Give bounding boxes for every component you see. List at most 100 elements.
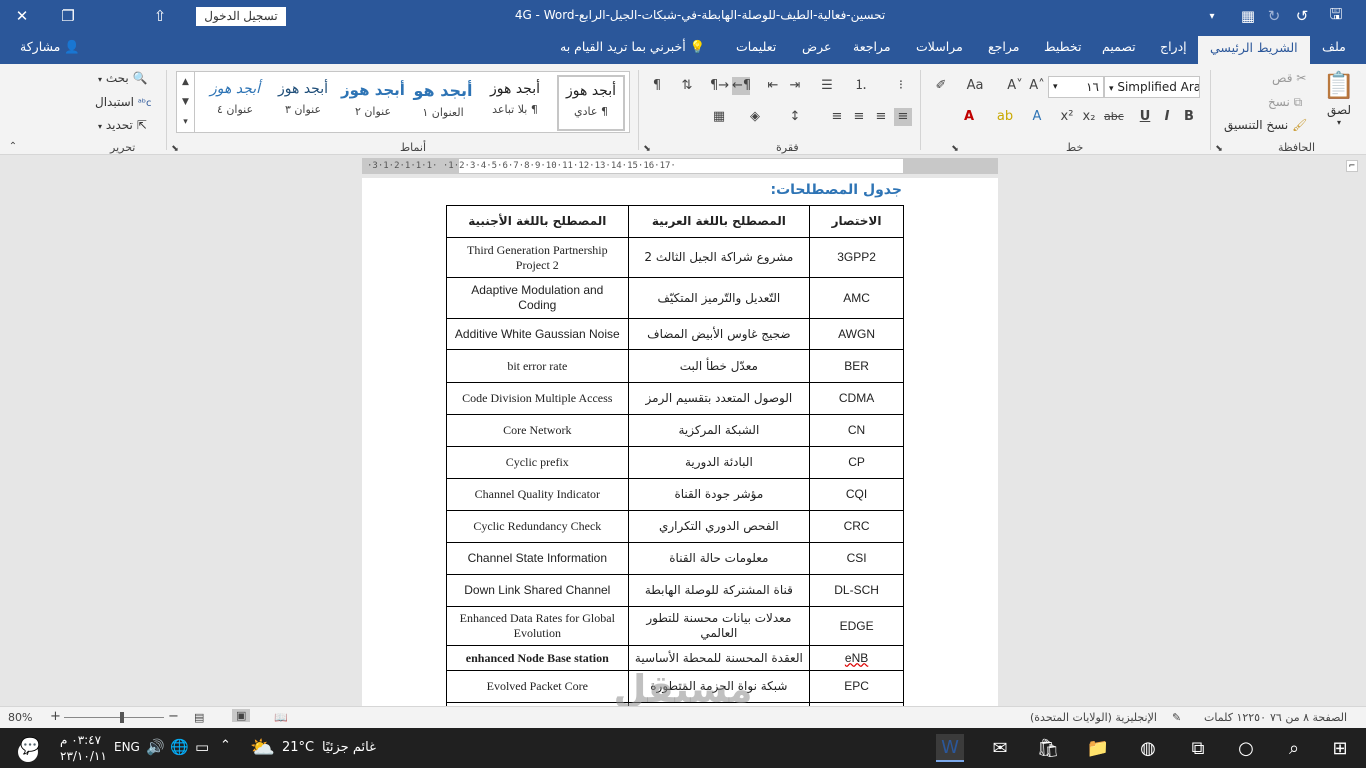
bullets-icon[interactable]: ⁝: [892, 77, 910, 95]
font-name-combo[interactable]: ▾ Simplified Ara: [1104, 76, 1200, 98]
replace-button[interactable]: استبدال ᵃᵇc: [95, 94, 152, 112]
numbering-icon[interactable]: ⒈: [852, 77, 870, 95]
word-count[interactable]: ١٢٢٥٠ كلمات: [1204, 711, 1266, 724]
close-icon[interactable]: ✕: [10, 4, 34, 28]
strikethrough-icon[interactable]: abc: [1104, 108, 1124, 126]
gallery-up-icon[interactable]: ▲: [177, 72, 195, 92]
shrink-font-icon[interactable]: A˅: [1006, 77, 1024, 95]
multilevel-list-icon[interactable]: ☰: [818, 77, 836, 95]
gallery-down-icon[interactable]: ▼: [177, 92, 195, 112]
zoom-out-icon[interactable]: −: [168, 709, 179, 724]
windows-start-icon[interactable]: ⊞: [1326, 734, 1354, 762]
font-size-combo[interactable]: ١٦ ▾: [1048, 76, 1104, 98]
superscript-icon[interactable]: x²: [1058, 108, 1076, 126]
text-effects-icon[interactable]: A: [1028, 108, 1046, 126]
bold-icon[interactable]: B: [1180, 108, 1198, 126]
borders-icon[interactable]: ▦: [710, 108, 728, 126]
horizontal-ruler[interactable]: ·3·1·2·1·1·1· ·1·2·3·4·5·6·7·8·9·10·11·1…: [362, 158, 998, 174]
zoom-slider-thumb[interactable]: [120, 712, 124, 723]
terms-table[interactable]: الاختصار المصطلح باللغة العربية المصطلح …: [446, 205, 904, 706]
show-hidden-icons[interactable]: ⌃: [220, 738, 231, 753]
tab-help[interactable]: تعليمات: [736, 39, 776, 54]
ruler-toggle-icon[interactable]: ⌐: [1346, 160, 1358, 172]
zoom-in-icon[interactable]: +: [50, 709, 61, 724]
increase-indent-icon[interactable]: ⇤: [764, 77, 782, 95]
change-case-icon[interactable]: Aa: [966, 77, 984, 95]
tab-layout[interactable]: تخطيط: [1044, 39, 1081, 54]
language-status[interactable]: الإنجليزية (الولايات المتحدة): [1030, 711, 1157, 724]
tab-insert[interactable]: إدراج: [1160, 39, 1187, 54]
underline-icon[interactable]: U: [1136, 108, 1154, 126]
print-layout-icon[interactable]: ▣: [232, 709, 251, 722]
sign-in-button[interactable]: تسجيل الدخول: [196, 7, 286, 26]
read-mode-icon[interactable]: 📖: [274, 711, 288, 724]
tab-home[interactable]: الشريط الرئيسي: [1198, 36, 1310, 64]
paste-button[interactable]: 📋 لصق ▾: [1322, 70, 1356, 128]
word-app-icon[interactable]: W: [936, 734, 964, 762]
zoom-level[interactable]: 80%: [8, 711, 32, 724]
document-page[interactable]: جدول المصطلحات: الاختصار المصطلح باللغة …: [362, 178, 998, 706]
align-right-icon[interactable]: ≡: [894, 108, 912, 126]
style-heading-4[interactable]: أبجد هوز عنوان ٤: [203, 75, 267, 131]
share-button[interactable]: مشاركة 👤: [20, 39, 80, 55]
clock-time[interactable]: ٠٣:٤٧ م: [60, 733, 101, 747]
ltr-icon[interactable]: ¶→: [710, 77, 729, 95]
copy-button[interactable]: نسخ ⧉: [1268, 94, 1302, 110]
restore-icon[interactable]: ❐: [56, 4, 80, 28]
dialog-launcher-icon[interactable]: ⬊: [946, 140, 964, 158]
sort-icon[interactable]: ⇅: [678, 77, 696, 95]
proofing-icon[interactable]: ✎: [1172, 711, 1181, 724]
find-button[interactable]: ▾ بحث 🔍: [98, 70, 148, 88]
style-no-spacing[interactable]: أبجد هوز ¶ بلا تباعد: [483, 75, 547, 131]
grow-font-icon[interactable]: A˄: [1028, 77, 1046, 95]
tab-mailings[interactable]: مراسلات: [916, 39, 963, 54]
justify-icon[interactable]: ≡: [828, 108, 846, 126]
redo-icon[interactable]: ↻: [1262, 4, 1286, 28]
style-heading-1[interactable]: أبجد هو العنوان ١: [411, 75, 475, 131]
input-language[interactable]: ENG: [114, 740, 140, 754]
document-heading[interactable]: جدول المصطلحات:: [770, 182, 902, 198]
show-marks-icon[interactable]: ¶: [648, 77, 666, 95]
cut-button[interactable]: قص ✂: [1272, 70, 1306, 86]
dialog-launcher-icon[interactable]: ⬊: [638, 140, 656, 158]
style-heading-2[interactable]: أبجد هوز عنوان ٢: [341, 75, 405, 131]
shading-icon[interactable]: ◈: [746, 108, 764, 126]
gallery-more-icon[interactable]: ▾: [177, 112, 195, 132]
italic-icon[interactable]: I: [1158, 108, 1176, 126]
store-app-icon[interactable]: 🛍: [1034, 734, 1062, 762]
focus-mode-icon[interactable]: ▤: [194, 711, 204, 724]
align-left-icon[interactable]: ≡: [850, 108, 868, 126]
zoom-slider[interactable]: [64, 717, 164, 718]
clock-date[interactable]: ٢٣/١٠/١١: [60, 749, 107, 763]
tab-view[interactable]: عرض: [802, 39, 831, 54]
collapse-ribbon-icon[interactable]: ⌃: [4, 138, 22, 156]
center-icon[interactable]: ≡: [872, 108, 890, 126]
tab-file[interactable]: ملف: [1322, 39, 1346, 54]
clear-formatting-icon[interactable]: ✐: [932, 77, 950, 95]
weather-temp[interactable]: 21°C: [282, 740, 314, 755]
cortana-icon[interactable]: ○: [1232, 734, 1260, 762]
line-spacing-icon[interactable]: ↕: [786, 108, 804, 126]
page-number[interactable]: الصفحة ٨ من ٧٦: [1270, 711, 1347, 724]
highlight-icon[interactable]: ab: [996, 108, 1014, 126]
undo-icon[interactable]: ↺: [1290, 4, 1314, 28]
network-icon[interactable]: 🌐: [170, 738, 189, 756]
task-view-icon[interactable]: ⧉: [1184, 734, 1212, 762]
format-painter-button[interactable]: نسخ التنسيق 🖌: [1224, 117, 1307, 133]
notifications-icon[interactable]: 💬: [20, 736, 40, 755]
subscript-icon[interactable]: x₂: [1080, 108, 1098, 126]
select-button[interactable]: ▾ تحديد ⇱: [98, 117, 147, 135]
edge-browser-icon[interactable]: ◍: [1134, 734, 1162, 762]
table-icon[interactable]: ▦: [1236, 4, 1260, 28]
dialog-launcher-icon[interactable]: ⬊: [1210, 140, 1228, 158]
weather-icon[interactable]: ⛅: [250, 735, 275, 759]
tab-references[interactable]: مراجع: [988, 39, 1019, 54]
ribbon-display-options-icon[interactable]: ⇧: [148, 4, 172, 28]
tell-me-search[interactable]: أخبرني بما تريد القيام به 💡: [560, 39, 705, 55]
tab-review[interactable]: مراجعة: [853, 39, 891, 54]
search-icon[interactable]: ⌕: [1280, 734, 1308, 762]
style-normal[interactable]: أبجد هوز ¶ عادي: [557, 75, 625, 131]
tab-design[interactable]: تصميم: [1102, 39, 1136, 54]
file-explorer-icon[interactable]: 📁: [1084, 734, 1112, 762]
save-icon[interactable]: 🖫: [1324, 4, 1348, 28]
